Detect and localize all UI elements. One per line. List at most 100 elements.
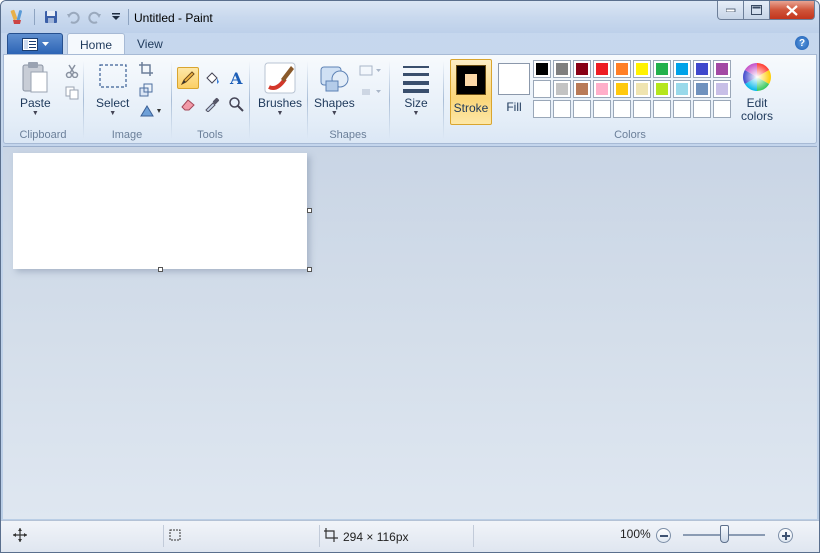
customize-dropdown-icon[interactable] [107, 8, 125, 26]
edit-colors-label: Edit colors [740, 96, 773, 123]
palette-swatch[interactable] [593, 60, 611, 78]
zoom-slider-thumb[interactable] [720, 525, 729, 543]
paste-button[interactable]: Paste ▼ [20, 61, 51, 118]
palette-swatch[interactable] [553, 100, 571, 118]
paste-icon [22, 62, 48, 93]
ribbon-home: Paste ▼ Clipboard Select ▼ Image A Tools… [3, 54, 817, 144]
size-dropdown-icon: ▼ [412, 110, 420, 117]
outline-icon [359, 65, 381, 76]
size-group: Size ▼ [390, 55, 442, 143]
palette-swatch[interactable] [553, 60, 571, 78]
palette-swatch[interactable] [593, 100, 611, 118]
palette-swatch[interactable] [573, 80, 591, 98]
pencil-tool-button[interactable] [177, 67, 199, 89]
palette-swatch-color [556, 83, 568, 95]
resize-handle-right[interactable] [307, 208, 312, 213]
canvas-workspace [3, 146, 817, 519]
resize-icon[interactable] [136, 80, 156, 100]
palette-swatch-color [536, 83, 548, 95]
fill-color-button[interactable]: Fill [496, 59, 532, 125]
magnifier-tool-button[interactable] [225, 93, 247, 115]
shape-fill-dropdown[interactable] [358, 82, 384, 102]
zoom-out-button[interactable] [656, 528, 671, 543]
palette-swatch[interactable] [713, 60, 731, 78]
copy-icon[interactable] [62, 83, 82, 103]
tab-home[interactable]: Home [67, 33, 126, 55]
shapes-label: Shapes [314, 96, 355, 110]
drawing-canvas[interactable] [13, 153, 307, 269]
palette-swatch[interactable] [613, 100, 631, 118]
crop-icon[interactable] [136, 59, 156, 79]
shapes-dropdown-icon: ▼ [330, 110, 338, 117]
help-icon[interactable]: ? [795, 36, 809, 50]
palette-swatch[interactable] [573, 60, 591, 78]
select-button[interactable]: Select ▼ [96, 63, 129, 118]
shape-fill-icon [362, 89, 381, 95]
text-tool-button[interactable]: A [225, 67, 247, 89]
palette-swatch[interactable] [553, 80, 571, 98]
fill-label: Fill [506, 100, 522, 114]
palette-swatch[interactable] [713, 100, 731, 118]
plus-icon [781, 531, 790, 540]
eraser-tool-button[interactable] [177, 93, 199, 115]
rotate-icon[interactable] [136, 101, 166, 121]
palette-swatch[interactable] [713, 80, 731, 98]
text-icon: A [229, 70, 243, 86]
resize-handle-corner[interactable] [307, 267, 312, 272]
application-menu-button[interactable] [7, 33, 63, 55]
maximize-icon [751, 5, 762, 15]
palette-swatch[interactable] [693, 60, 711, 78]
palette-swatch[interactable] [673, 100, 691, 118]
tab-view[interactable]: View [125, 33, 175, 55]
select-label: Select [96, 96, 130, 110]
palette-swatch[interactable] [593, 80, 611, 98]
app-menu-icon [21, 37, 38, 51]
color-wheel-icon [743, 63, 771, 91]
palette-swatch-color [676, 63, 688, 75]
palette-swatch[interactable] [633, 60, 651, 78]
palette-swatch[interactable] [653, 80, 671, 98]
redo-icon[interactable] [86, 8, 104, 26]
close-button[interactable] [770, 1, 815, 20]
palette-swatch-color [636, 83, 648, 95]
stroke-label: Stroke [453, 101, 489, 115]
palette-swatch[interactable] [673, 80, 691, 98]
palette-swatch[interactable] [693, 100, 711, 118]
title-bar: Untitled - Paint [1, 1, 819, 33]
size-button[interactable]: Size ▼ [402, 63, 430, 118]
edit-colors-button[interactable]: Edit colors [737, 61, 777, 123]
palette-swatch[interactable] [693, 80, 711, 98]
minimize-icon [725, 8, 735, 12]
cut-icon[interactable] [62, 61, 82, 81]
palette-swatch[interactable] [633, 80, 651, 98]
zoom-level-text: 100% [620, 527, 651, 541]
palette-swatch[interactable] [533, 80, 551, 98]
paint-app-icon[interactable] [9, 8, 27, 26]
undo-icon[interactable] [64, 8, 82, 26]
fill-tool-button[interactable] [201, 67, 223, 89]
palette-swatch[interactable] [633, 100, 651, 118]
shapes-button[interactable]: Shapes ▼ [314, 61, 355, 118]
palette-swatch[interactable] [533, 60, 551, 78]
tools-group: A Tools [172, 55, 248, 143]
palette-swatch-color [596, 83, 608, 95]
palette-swatch[interactable] [613, 60, 631, 78]
palette-swatch[interactable] [573, 100, 591, 118]
resize-handle-bottom[interactable] [158, 267, 163, 272]
minimize-button[interactable] [717, 1, 744, 20]
palette-swatch[interactable] [533, 100, 551, 118]
palette-swatch[interactable] [653, 100, 671, 118]
brushes-button[interactable]: Brushes ▼ [258, 61, 302, 118]
stroke-color-swatch [465, 74, 477, 86]
zoom-in-button[interactable] [778, 528, 793, 543]
color-picker-tool-button[interactable] [201, 93, 223, 115]
save-icon[interactable] [42, 8, 60, 26]
palette-swatch[interactable] [653, 60, 671, 78]
stroke-color-button[interactable]: Stroke [450, 59, 492, 125]
palette-swatch[interactable] [613, 80, 631, 98]
palette-swatch[interactable] [673, 60, 691, 78]
minus-icon [659, 534, 668, 537]
outline-dropdown[interactable] [358, 61, 384, 81]
select-icon [99, 64, 127, 88]
maximize-button[interactable] [744, 1, 770, 20]
